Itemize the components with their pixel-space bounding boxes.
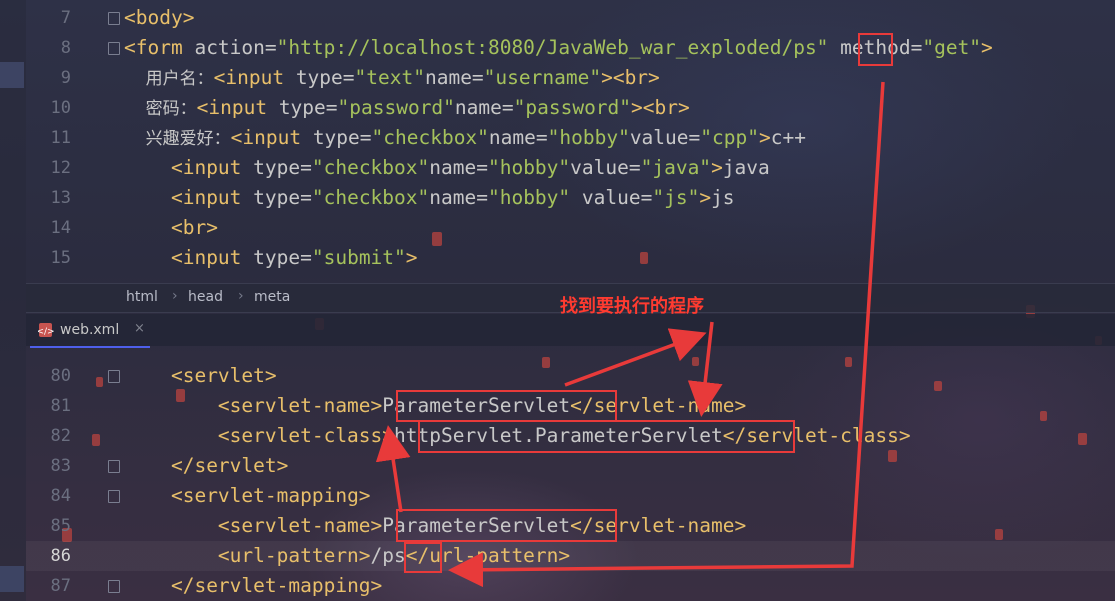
annotation-arrows — [375, 81, 885, 588]
arrow-mapping-to-servlet-name — [375, 425, 411, 513]
arrow-form-to-url-pattern — [448, 81, 885, 588]
arrow-annotation-to-servlet-class — [687, 321, 723, 417]
arrow-annotation-to-servlet-name — [564, 328, 707, 387]
